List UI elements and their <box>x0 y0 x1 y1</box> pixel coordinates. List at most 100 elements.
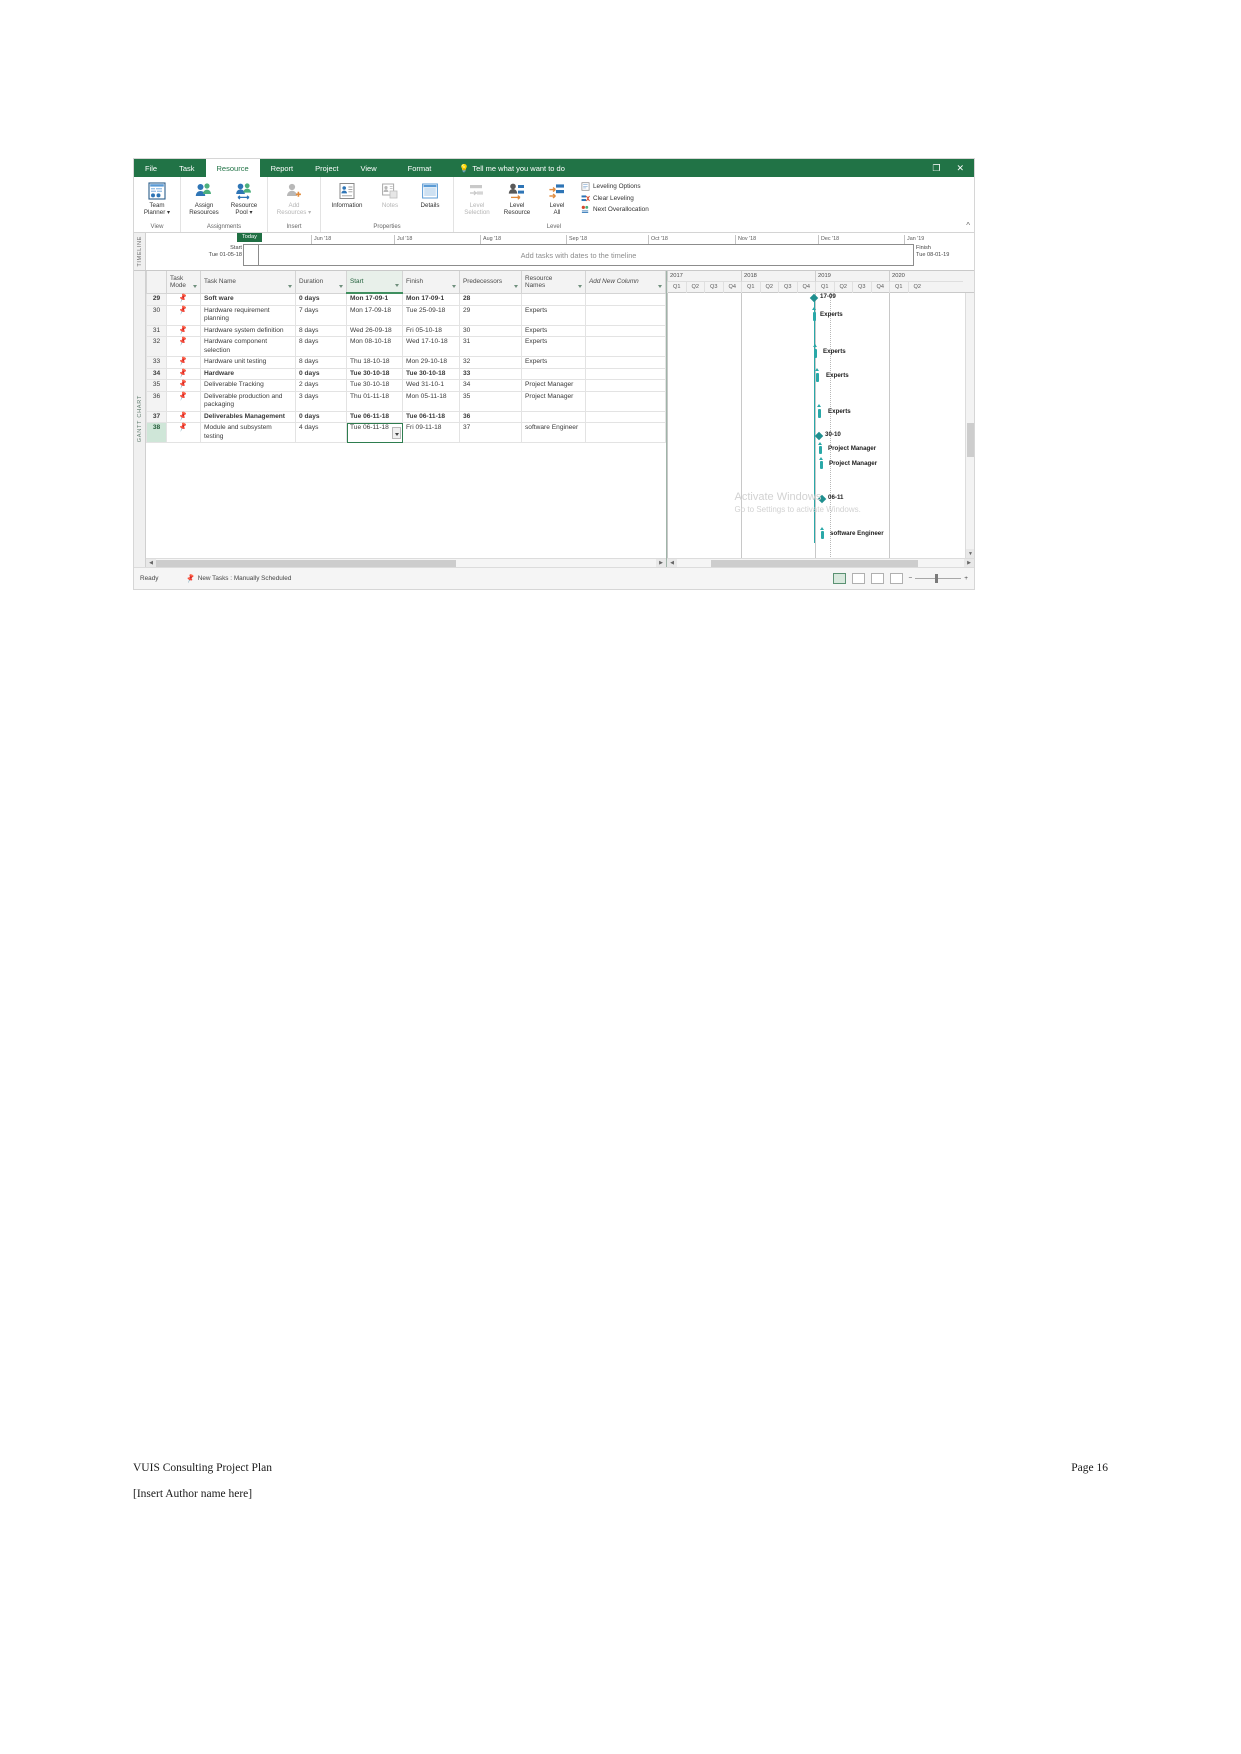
gantt-milestone[interactable] <box>809 293 819 303</box>
row-task-mode[interactable]: 📌 <box>166 390 201 412</box>
row-finish[interactable]: Fri 05-10-18 <box>402 324 460 337</box>
row-task-mode[interactable]: 📌 <box>166 422 201 443</box>
row-task-name[interactable]: Hardware requirement planning <box>200 304 296 326</box>
row-addnew[interactable] <box>585 367 666 380</box>
row-start[interactable]: Thu 18-10-18 <box>346 356 403 369</box>
row-resource[interactable] <box>521 292 586 306</box>
gantt-hscroll-thumb[interactable] <box>711 559 919 567</box>
row-resource[interactable]: Experts <box>521 356 586 369</box>
row-start[interactable]: Tue 06-11-18 <box>346 410 403 423</box>
row-predecessors[interactable]: 35 <box>459 390 522 412</box>
information-button[interactable]: Information <box>324 179 370 209</box>
task-usage-view-icon[interactable] <box>851 573 865 584</box>
row-task-name[interactable]: Deliverable Tracking <box>200 379 296 392</box>
row-start[interactable]: Mon 08-10-18 <box>346 336 403 357</box>
col-header-predecessors[interactable]: Predecessors <box>459 271 522 294</box>
table-row[interactable]: 37 📌 Deliverables Management 0 days Tue … <box>146 410 666 423</box>
table-row[interactable]: 35 📌 Deliverable Tracking 2 days Tue 30-… <box>146 379 666 392</box>
row-duration[interactable]: 0 days <box>295 367 347 380</box>
row-duration[interactable]: 8 days <box>295 324 347 337</box>
row-predecessors[interactable]: 29 <box>459 304 522 326</box>
col-header-task-mode[interactable]: Task Mode <box>166 271 201 294</box>
row-addnew[interactable] <box>585 390 666 412</box>
resource-sheet-view-icon[interactable] <box>889 573 903 584</box>
row-task-name[interactable]: Hardware unit testing <box>200 356 296 369</box>
col-header-add-new-column[interactable]: Add New Column <box>585 271 666 294</box>
gantt-milestone[interactable] <box>817 494 827 504</box>
chevron-down-icon[interactable] <box>288 284 292 288</box>
chevron-down-icon[interactable] <box>193 284 197 288</box>
row-task-mode[interactable]: 📌 <box>166 379 201 392</box>
table-row[interactable]: 33 📌 Hardware unit testing 8 days Thu 18… <box>146 356 666 369</box>
chevron-down-icon[interactable] <box>658 284 662 288</box>
scroll-left-icon[interactable]: ◀ <box>667 558 677 567</box>
grid-hscroll-thumb[interactable] <box>156 559 456 567</box>
scroll-right-icon[interactable]: ▶ <box>964 558 974 567</box>
zoom-in-button[interactable]: + <box>964 575 968 582</box>
row-task-name[interactable]: Soft ware <box>200 292 296 306</box>
col-header-task-name[interactable]: Task Name <box>200 271 296 294</box>
col-header-duration[interactable]: Duration <box>295 271 347 294</box>
ribbon-tab-project[interactable]: Project <box>304 159 349 177</box>
row-predecessors[interactable]: 36 <box>459 410 522 423</box>
gantt-horizontal-scrollbar[interactable]: ◀ ▶ <box>667 558 974 567</box>
row-addnew[interactable] <box>585 304 666 326</box>
scroll-down-icon[interactable]: ▼ <box>966 549 974 558</box>
clear-leveling-button[interactable]: Clear Leveling <box>581 194 649 203</box>
gantt-vscroll-thumb[interactable] <box>967 423 974 457</box>
timeline-canvas[interactable]: Jun '18 Jul '18 Aug '18 Sep '18 Oct '18 … <box>146 233 974 270</box>
table-row[interactable]: 32 📌 Hardware component selection 8 days… <box>146 336 666 357</box>
row-task-mode[interactable]: 📌 <box>166 336 201 357</box>
row-addnew[interactable] <box>585 292 666 306</box>
col-header-finish[interactable]: Finish <box>402 271 460 294</box>
row-task-mode[interactable]: 📌 <box>166 356 201 369</box>
row-finish[interactable]: Tue 06-11-18 <box>402 410 460 423</box>
row-finish[interactable]: Fri 09-11-18 <box>402 422 460 443</box>
col-header-start[interactable]: Start <box>346 271 403 294</box>
row-addnew[interactable] <box>585 356 666 369</box>
row-duration[interactable]: 8 days <box>295 336 347 357</box>
gantt-hscroll-track[interactable] <box>677 558 964 567</box>
timeline-bar[interactable]: Add tasks with dates to the timeline <box>243 244 914 266</box>
row-task-mode[interactable]: 📌 <box>166 367 201 380</box>
row-addnew[interactable] <box>585 379 666 392</box>
row-finish[interactable]: Tue 25-09-18 <box>402 304 460 326</box>
table-row[interactable]: 34 📌 Hardware 0 days Tue 30-10-18 Tue 30… <box>146 367 666 380</box>
row-task-name[interactable]: Deliverable production and packaging <box>200 390 296 412</box>
team-planner-view-icon[interactable] <box>870 573 884 584</box>
row-finish[interactable]: Mon 29-10-18 <box>402 356 460 369</box>
gantt-bar[interactable] <box>818 409 821 418</box>
row-start[interactable]: Thu 01-11-18 <box>346 390 403 412</box>
row-predecessors[interactable]: 34 <box>459 379 522 392</box>
row-finish[interactable]: Mon 05-11-18 <box>402 390 460 412</box>
row-addnew[interactable] <box>585 336 666 357</box>
row-resource[interactable]: Project Manager <box>521 379 586 392</box>
level-selection-button[interactable]: Level Selection <box>457 179 497 216</box>
gantt-chart-vertical-label[interactable]: GANTT CHART <box>134 271 146 567</box>
chevron-down-icon[interactable] <box>514 284 518 288</box>
row-addnew[interactable] <box>585 324 666 337</box>
row-predecessors[interactable]: 37 <box>459 422 522 443</box>
notes-button[interactable]: Notes <box>370 179 410 209</box>
row-duration[interactable]: 8 days <box>295 356 347 369</box>
row-duration[interactable]: 4 days <box>295 422 347 443</box>
row-resource[interactable]: Experts <box>521 324 586 337</box>
gantt-milestone[interactable] <box>814 431 824 441</box>
row-task-mode[interactable]: 📌 <box>166 410 201 423</box>
row-predecessors[interactable]: 30 <box>459 324 522 337</box>
assign-resources-button[interactable]: Assign Resources <box>184 179 224 216</box>
row-start[interactable]: Tue 30-10-18 <box>346 379 403 392</box>
grid-horizontal-scrollbar[interactable]: ◀ ▶ <box>146 558 666 568</box>
table-row[interactable]: 38 📌 Module and subsystem testing 4 days… <box>146 422 666 443</box>
gantt-chart-view-icon[interactable] <box>832 573 846 584</box>
row-predecessors[interactable]: 28 <box>459 292 522 306</box>
row-start[interactable]: Mon 17-09-1 <box>346 292 403 306</box>
row-addnew[interactable] <box>585 422 666 443</box>
close-window-icon[interactable]: ✕ <box>956 163 964 174</box>
row-task-name[interactable]: Module and subsystem testing <box>200 422 296 443</box>
row-duration[interactable]: 3 days <box>295 390 347 412</box>
zoom-slider-thumb[interactable] <box>935 574 939 583</box>
gantt-bar[interactable] <box>816 373 819 382</box>
ribbon-tab-task[interactable]: Task <box>168 159 205 177</box>
col-header-id[interactable] <box>146 271 167 294</box>
